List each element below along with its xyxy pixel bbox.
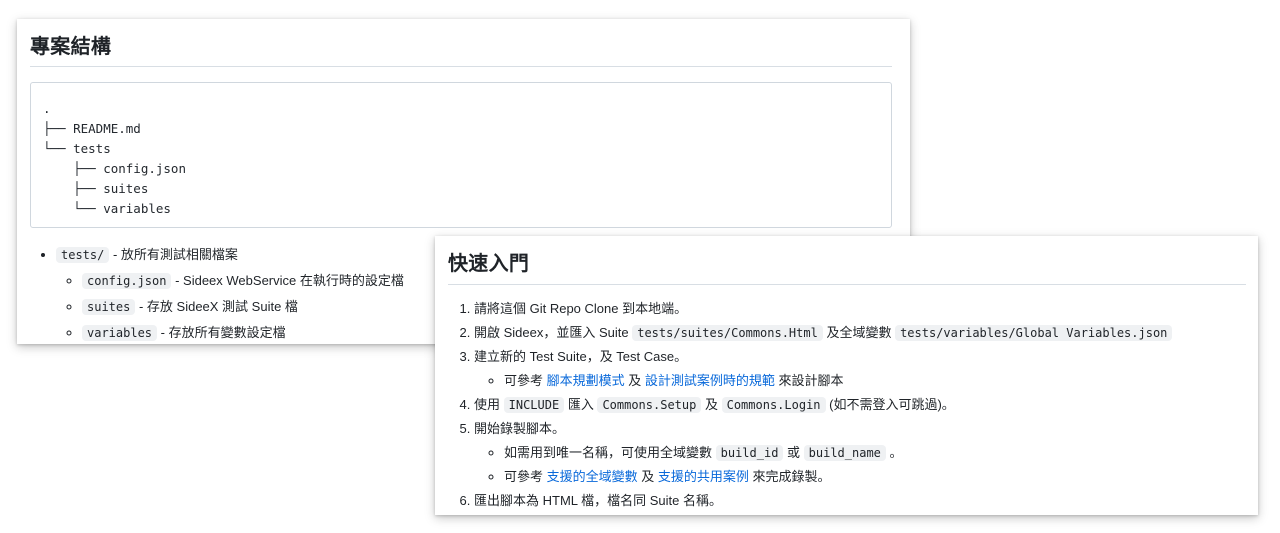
step-text: 及全域變數 [822, 325, 896, 340]
step-text: 及 [624, 373, 645, 388]
quick-start-steps: 請將這個 Git Repo Clone 到本地端。 開啟 Sideex，並匯入 … [448, 297, 1246, 513]
tree-line: └── tests [43, 141, 111, 156]
inline-code: Commons.Login [721, 397, 826, 413]
tree-line: ├── suites [43, 181, 149, 196]
directory-tree-code-block: . ├── README.md └── tests ├── config.jso… [30, 82, 892, 228]
inline-code: suites [82, 299, 136, 315]
sub-list: 可參考 腳本規劃模式 及 設計測試案例時的規範 來設計腳本 [474, 369, 1246, 393]
step-item: 開始錄製腳本。 如需用到唯一名稱，可使用全域變數 build_id 或 buil… [474, 417, 1246, 489]
step-item: 開啟 Sideex，並匯入 Suite tests/suites/Commons… [474, 321, 1246, 345]
step-text: 匯入 [564, 397, 598, 412]
test-case-guidelines-link[interactable]: 設計測試案例時的規範 [645, 373, 775, 388]
section-title: 專案結構 [30, 19, 892, 67]
step-text: 使用 [474, 397, 504, 412]
step-text: 及 [637, 469, 658, 484]
inline-code: Commons.Setup [597, 397, 702, 413]
inline-code: build_id [715, 445, 784, 461]
inline-code: INCLUDE [503, 397, 565, 413]
step-text: 請將這個 Git Repo Clone 到本地端。 [474, 301, 688, 316]
script-planning-link[interactable]: 腳本規劃模式 [547, 373, 625, 388]
step-item: 使用 INCLUDE 匯入 Commons.Setup 及 Commons.Lo… [474, 393, 1246, 417]
step-item: 請將這個 Git Repo Clone 到本地端。 [474, 297, 1246, 321]
step-text: 可參考 [504, 469, 547, 484]
step-text: 可參考 [504, 373, 547, 388]
tree-line: . [43, 101, 51, 116]
tree-line: └── variables [43, 201, 171, 216]
sub-list: 如需用到唯一名稱，可使用全域變數 build_id 或 build_name 。… [474, 441, 1246, 489]
tree-line: ├── README.md [43, 121, 141, 136]
step-text: 及 [701, 397, 722, 412]
list-item-text: - 存放所有變數設定檔 [157, 325, 286, 340]
step-text: 開啟 Sideex，並匯入 Suite [474, 325, 633, 340]
inline-code: build_name [803, 445, 886, 461]
step-text: 開始錄製腳本。 [474, 421, 566, 436]
step-text: (如不需登入可跳過)。 [825, 397, 955, 412]
step-text: 。 [885, 445, 903, 460]
tree-line: ├── config.json [43, 161, 186, 176]
step-text: 來完成錄製。 [748, 469, 831, 484]
quick-start-card: 快速入門 請將這個 Git Repo Clone 到本地端。 開啟 Sideex… [435, 236, 1258, 515]
list-item-text: - 放所有測試相關檔案 [109, 247, 238, 262]
step-text: 或 [783, 445, 804, 460]
step-item: 匯出腳本為 HTML 檔，檔名同 Suite 名稱。 [474, 489, 1246, 513]
sub-item: 可參考 支援的全域變數 及 支援的共用案例 來完成錄製。 [504, 465, 1246, 489]
section-title: 快速入門 [448, 236, 1246, 285]
inline-code: config.json [82, 273, 172, 289]
global-variables-link[interactable]: 支援的全域變數 [547, 469, 638, 484]
sub-item: 可參考 腳本規劃模式 及 設計測試案例時的規範 來設計腳本 [504, 369, 1246, 393]
inline-code: tests/suites/Commons.Html [632, 325, 823, 341]
shared-cases-link[interactable]: 支援的共用案例 [658, 469, 749, 484]
inline-code: variables [82, 325, 158, 341]
step-text: 匯出腳本為 HTML 檔，檔名同 Suite 名稱。 [474, 493, 722, 508]
step-item: 建立新的 Test Suite，及 Test Case。 可參考 腳本規劃模式 … [474, 345, 1246, 393]
step-text: 建立新的 Test Suite，及 Test Case。 [474, 349, 688, 364]
list-item-text: - Sideex WebService 在執行時的設定檔 [171, 273, 404, 288]
list-item-text: - 存放 SideeX 測試 Suite 檔 [135, 299, 298, 314]
inline-code: tests/variables/Global Variables.json [895, 325, 1173, 341]
step-text: 來設計腳本 [774, 373, 844, 388]
step-text: 如需用到唯一名稱，可使用全域變數 [504, 445, 716, 460]
sub-item: 如需用到唯一名稱，可使用全域變數 build_id 或 build_name 。 [504, 441, 1246, 465]
inline-code: tests/ [56, 247, 110, 263]
